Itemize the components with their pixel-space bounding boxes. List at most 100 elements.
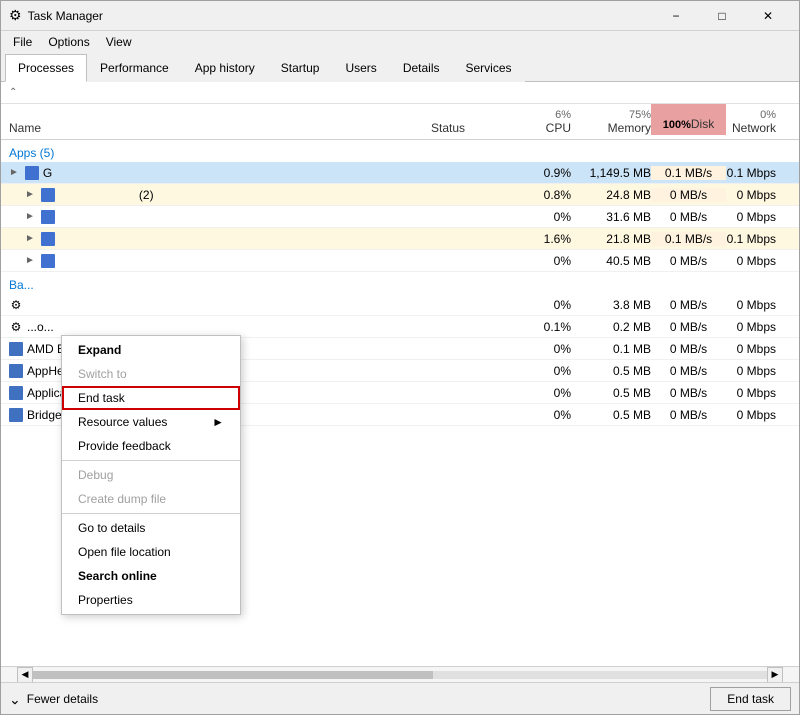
col-header-network[interactable]: 0% Network xyxy=(726,109,796,135)
expand-arrow-icon: ► xyxy=(25,233,35,244)
process-memory: 0.1 MB xyxy=(571,342,651,356)
ctx-expand[interactable]: Expand xyxy=(62,338,240,362)
section-background: Ba... xyxy=(1,272,799,294)
process-disk: 0 MB/s xyxy=(651,188,726,202)
table-row[interactable]: ► (2) 0.8% 24.8 MB 0 MB/s 0 Mbps xyxy=(1,184,799,206)
col-header-name[interactable]: Name xyxy=(1,121,431,135)
ctx-properties[interactable]: Properties xyxy=(62,588,240,612)
scrollbar-thumb[interactable] xyxy=(33,671,433,679)
fewer-details-button[interactable]: ⌃ Fewer details xyxy=(9,690,98,707)
process-disk: 0 MB/s xyxy=(651,254,726,268)
ctx-separator xyxy=(62,460,240,461)
service-icon xyxy=(9,408,23,422)
process-name: G xyxy=(43,166,52,180)
process-cpu: 1.6% xyxy=(511,232,571,246)
col-header-memory[interactable]: 75% Memory xyxy=(571,109,651,135)
process-cpu: 0% xyxy=(511,210,571,224)
app-icon xyxy=(41,254,55,268)
sort-chevron-icon[interactable]: ⌃ xyxy=(9,87,17,98)
process-memory: 0.5 MB xyxy=(571,386,651,400)
process-cpu: 0.8% xyxy=(511,188,571,202)
process-cpu: 0.1% xyxy=(511,320,571,334)
tab-processes[interactable]: Processes xyxy=(5,54,87,82)
table-row[interactable]: ► 1.6% 21.8 MB 0.1 MB/s 0.1 Mbps xyxy=(1,228,799,250)
process-disk: 0 MB/s xyxy=(651,364,726,378)
process-network: 0 Mbps xyxy=(726,342,796,356)
process-memory: 31.6 MB xyxy=(571,210,651,224)
process-cpu: 0% xyxy=(511,254,571,268)
menu-bar: File Options View xyxy=(1,31,799,53)
ctx-separator-2 xyxy=(62,513,240,514)
expand-arrow-icon: ► xyxy=(25,189,35,200)
table-row[interactable]: ► 0% 40.5 MB 0 MB/s 0 Mbps xyxy=(1,250,799,272)
table-row[interactable]: ⚙ 0% 3.8 MB 0 MB/s 0 Mbps xyxy=(1,294,799,316)
sort-bar: ⌃ xyxy=(1,82,799,104)
process-network: 0 Mbps xyxy=(726,210,796,224)
app-icon xyxy=(41,188,55,202)
fewer-details-label: Fewer details xyxy=(27,692,98,706)
col-header-status[interactable]: Status xyxy=(431,121,511,135)
process-memory: 3.8 MB xyxy=(571,298,651,312)
menu-file[interactable]: File xyxy=(5,33,40,51)
table-row[interactable]: ► 0% 31.6 MB 0 MB/s 0 Mbps xyxy=(1,206,799,228)
process-memory: 0.2 MB xyxy=(571,320,651,334)
ctx-provide-feedback[interactable]: Provide feedback xyxy=(62,434,240,458)
service-icon xyxy=(9,386,23,400)
app-icon xyxy=(41,210,55,224)
process-cpu: 0% xyxy=(511,342,571,356)
service-icon xyxy=(9,342,23,356)
app-icon: ⚙ xyxy=(9,7,22,24)
process-disk: 0.1 MB/s xyxy=(651,232,726,246)
tab-app-history[interactable]: App history xyxy=(182,54,268,82)
minimize-button[interactable]: − xyxy=(653,1,699,31)
scrollbar-track[interactable] xyxy=(33,671,767,679)
process-network: 0 Mbps xyxy=(726,188,796,202)
process-network: 0 Mbps xyxy=(726,320,796,334)
process-memory: 21.8 MB xyxy=(571,232,651,246)
ctx-go-to-details[interactable]: Go to details xyxy=(62,516,240,540)
tab-details[interactable]: Details xyxy=(390,54,453,82)
process-network: 0 Mbps xyxy=(726,408,796,422)
ctx-debug: Debug xyxy=(62,463,240,487)
process-disk: 0.1 MB/s xyxy=(651,166,726,180)
table-row[interactable]: ► G 0.9% 1,149.5 MB 0.1 MB/s 0.1 Mbps xyxy=(1,162,799,184)
chevron-down-icon: ⌃ xyxy=(9,690,21,707)
app-icon xyxy=(41,232,55,246)
ctx-end-task[interactable]: End task xyxy=(62,386,240,410)
end-task-button[interactable]: End task xyxy=(710,687,791,711)
process-name: (2) xyxy=(59,188,154,202)
expand-arrow-icon: ► xyxy=(25,211,35,222)
context-menu: Expand Switch to End task Resource value… xyxy=(61,335,241,615)
maximize-button[interactable]: □ xyxy=(699,1,745,31)
ctx-search-online[interactable]: Search online xyxy=(62,564,240,588)
process-table[interactable]: Apps (5) ► G 0.9% 1,149.5 MB 0.1 MB/s 0.… xyxy=(1,140,799,666)
process-network: 0.1 Mbps xyxy=(726,166,796,180)
process-disk: 0 MB/s xyxy=(651,386,726,400)
scrollbar-left-btn[interactable]: ◀ xyxy=(17,667,33,683)
horizontal-scrollbar[interactable]: ◀ ▶ xyxy=(1,666,799,682)
scrollbar-right-btn[interactable]: ▶ xyxy=(767,667,783,683)
ctx-create-dump: Create dump file xyxy=(62,487,240,511)
ctx-resource-values[interactable]: Resource values ► xyxy=(62,410,240,434)
process-disk: 0 MB/s xyxy=(651,298,726,312)
process-disk: 0 MB/s xyxy=(651,342,726,356)
tab-services[interactable]: Services xyxy=(453,54,525,82)
submenu-arrow-icon: ► xyxy=(212,415,224,429)
process-disk: 0 MB/s xyxy=(651,320,726,334)
process-memory: 40.5 MB xyxy=(571,254,651,268)
tab-performance[interactable]: Performance xyxy=(87,54,182,82)
tab-users[interactable]: Users xyxy=(332,54,389,82)
process-cpu: 0% xyxy=(511,298,571,312)
service-icon xyxy=(9,364,23,378)
menu-view[interactable]: View xyxy=(98,33,140,51)
menu-options[interactable]: Options xyxy=(40,33,97,51)
process-network: 0 Mbps xyxy=(726,386,796,400)
expand-arrow-icon: ► xyxy=(25,255,35,266)
ctx-open-file-location[interactable]: Open file location xyxy=(62,540,240,564)
col-header-disk[interactable]: 100% Disk xyxy=(651,104,726,135)
gear-icon: ⚙ xyxy=(9,320,23,334)
tab-startup[interactable]: Startup xyxy=(268,54,333,82)
main-content: ⌃ Name Status 6% CPU 75% Memory 100% Dis… xyxy=(1,82,799,666)
close-button[interactable]: ✕ xyxy=(745,1,791,31)
col-header-cpu[interactable]: 6% CPU xyxy=(511,109,571,135)
